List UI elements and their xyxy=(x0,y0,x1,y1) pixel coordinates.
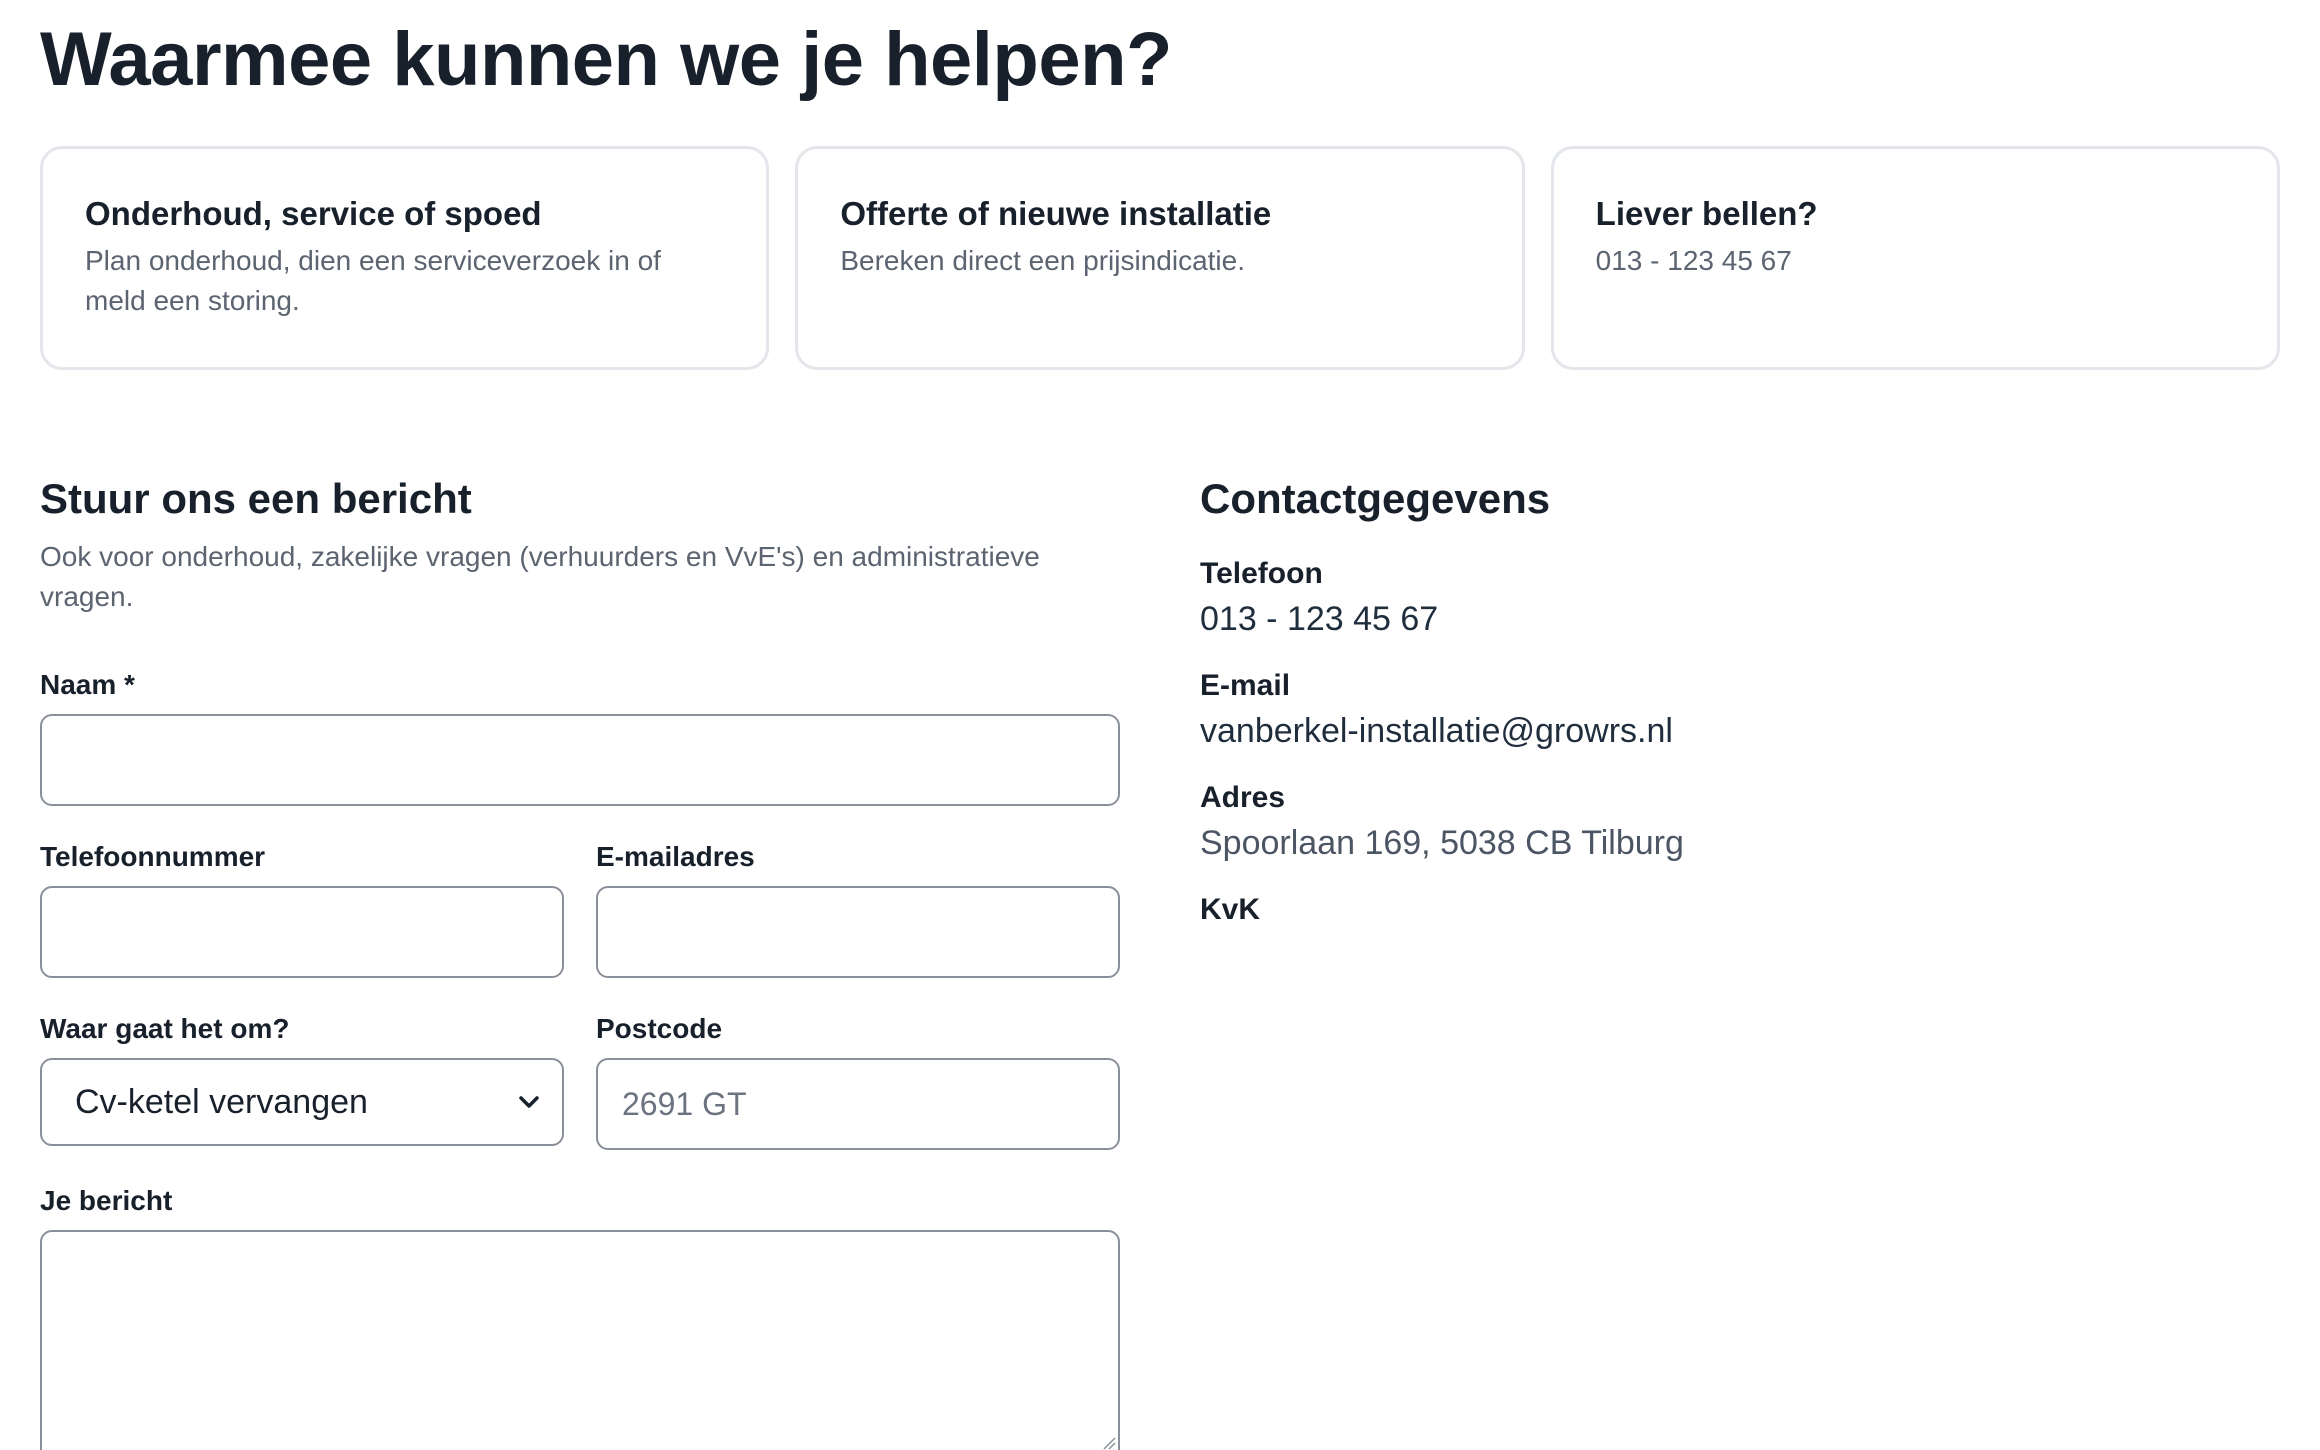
card-description: Plan onderhoud, dien een serviceverzoek … xyxy=(85,245,661,316)
contact-title: Contactgegevens xyxy=(1200,475,1551,522)
contact-email-label: E-mail xyxy=(1200,669,1291,702)
name-input[interactable] xyxy=(40,714,1120,806)
phone-label: Telefoonnummer xyxy=(40,841,266,872)
contact-address-value: Spoorlaan 169, 5038 CB Tilburg xyxy=(1200,824,1684,862)
form-title: Stuur ons een bericht xyxy=(40,475,472,522)
message-textarea[interactable] xyxy=(40,1230,1120,1450)
postcode-input[interactable] xyxy=(596,1058,1120,1150)
postcode-label: Postcode xyxy=(596,1013,723,1044)
email-label: E-mailadres xyxy=(596,841,755,872)
card-quote-installation[interactable]: Offerte of nieuwe installatie Bereken di… xyxy=(795,146,1525,370)
contact-address-label: Adres xyxy=(1200,781,1286,814)
contact-kvk-label: KvK xyxy=(1200,893,1261,926)
contact-email-link[interactable]: vanberkel-installatie@growrs.nl xyxy=(1200,710,1673,752)
phone-input[interactable] xyxy=(40,886,564,978)
card-call-us[interactable]: Liever bellen? 013 - 123 45 67 xyxy=(1550,146,2280,370)
help-options: Onderhoud, service of spoed Plan onderho… xyxy=(40,146,2280,370)
page-title: Waarmee kunnen we je helpen? xyxy=(40,17,1172,102)
contact-phone-link[interactable]: 013 - 123 45 67 xyxy=(1200,598,1438,640)
form-intro: Ook voor onderhoud, zakelijke vragen (ve… xyxy=(40,541,1040,612)
resize-handle-icon[interactable] xyxy=(1102,1436,1116,1450)
chevron-down-icon xyxy=(519,1096,539,1108)
card-description: Bereken direct een prijsindicatie. xyxy=(840,245,1245,276)
card-title: Offerte of nieuwe installatie xyxy=(840,195,1272,232)
name-label: Naam * xyxy=(40,669,135,700)
email-input[interactable] xyxy=(596,886,1120,978)
subject-label: Waar gaat het om? xyxy=(40,1013,290,1044)
contact-phone-label: Telefoon xyxy=(1200,557,1323,590)
card-title: Liever bellen? xyxy=(1595,195,1818,232)
subject-selected-value: Cv-ketel vervangen xyxy=(75,1082,368,1121)
subject-select[interactable]: Cv-ketel vervangen xyxy=(40,1058,564,1146)
card-maintenance-service[interactable]: Onderhoud, service of spoed Plan onderho… xyxy=(40,146,770,370)
card-phone-number: 013 - 123 45 67 xyxy=(1595,245,1792,276)
message-label: Je bericht xyxy=(40,1185,173,1216)
card-title: Onderhoud, service of spoed xyxy=(85,195,542,232)
